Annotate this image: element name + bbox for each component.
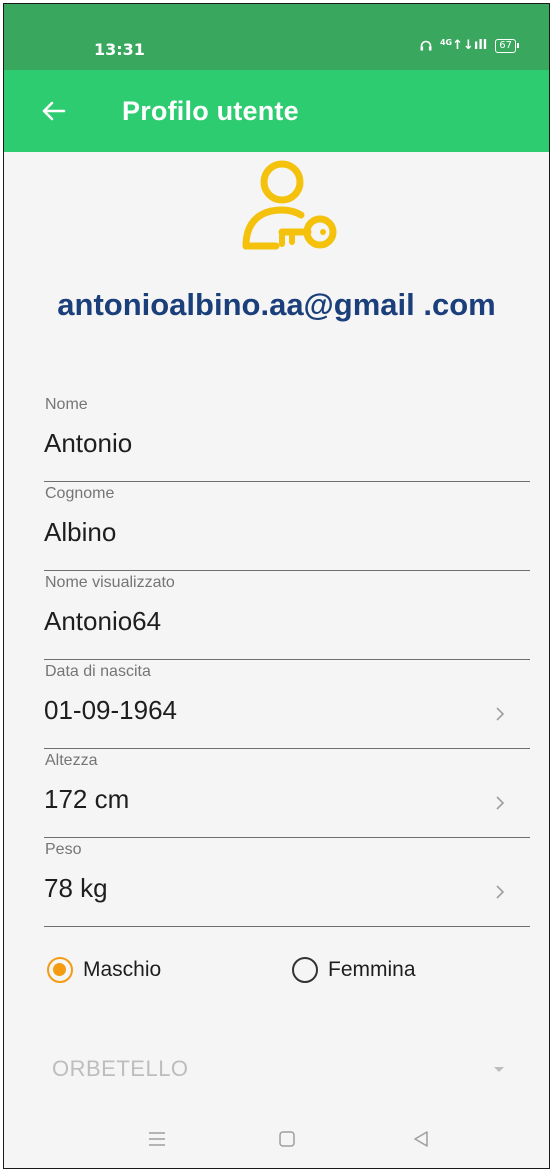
user-email-text: antonioalbino.aa@gmail .com bbox=[57, 287, 496, 322]
arrow-left-icon[interactable] bbox=[38, 96, 68, 126]
menu-icon[interactable] bbox=[144, 1126, 170, 1152]
radio-femmina[interactable]: Femmina bbox=[292, 957, 416, 983]
battery-level: 67 bbox=[495, 38, 516, 53]
field-value[interactable]: 78 kg bbox=[44, 873, 108, 904]
field-value[interactable]: Albino bbox=[44, 517, 116, 548]
phone-screen: 13:31 4G↑↓ıll 67 Profilo utente antonioa… bbox=[3, 3, 550, 1169]
field-label: Cognome bbox=[45, 485, 115, 502]
field-label: Altezza bbox=[45, 752, 98, 769]
headphone-icon bbox=[420, 40, 432, 51]
signal-icon: 4G↑↓ıll bbox=[439, 38, 488, 53]
dropdown-arrow-icon[interactable] bbox=[494, 1067, 504, 1072]
user-email: antonioalbino.aa@gmail .com bbox=[4, 282, 549, 327]
field-cognome[interactable]: Cognome Albino bbox=[44, 485, 530, 571]
gender-radio-group: Maschio Femmina bbox=[44, 957, 524, 997]
field-label: Nome visualizzato bbox=[45, 574, 175, 591]
field-nome[interactable]: Nome Antonio bbox=[44, 396, 530, 482]
radio-unselected-icon[interactable] bbox=[292, 957, 318, 983]
field-peso[interactable]: Peso 78 kg bbox=[44, 841, 530, 927]
field-label: Data di nascita bbox=[45, 663, 151, 680]
page-title: Profilo utente bbox=[122, 96, 299, 126]
field-value[interactable]: Antonio64 bbox=[44, 606, 161, 637]
city-dropdown-value: ORBETELLO bbox=[52, 1056, 189, 1081]
field-value[interactable]: 01-09-1964 bbox=[44, 695, 177, 726]
system-nav-bar bbox=[4, 1112, 549, 1168]
status-time: 13:31 bbox=[94, 40, 145, 59]
city-dropdown[interactable]: ORBETELLO bbox=[44, 1054, 530, 1090]
status-bar: 13:31 4G↑↓ıll 67 bbox=[4, 4, 549, 70]
field-label: Peso bbox=[45, 841, 82, 858]
chevron-right-icon[interactable] bbox=[494, 883, 506, 901]
user-key-icon bbox=[242, 160, 337, 250]
radio-selected-icon[interactable] bbox=[47, 957, 73, 983]
chevron-right-icon[interactable] bbox=[494, 705, 506, 723]
battery-icon: 67 bbox=[495, 38, 519, 53]
signal-network-label: 4G bbox=[439, 38, 453, 47]
radio-maschio[interactable]: Maschio bbox=[47, 957, 161, 983]
field-nome-visualizzato[interactable]: Nome visualizzato Antonio64 bbox=[44, 574, 530, 660]
field-value[interactable]: 172 cm bbox=[44, 784, 129, 815]
field-altezza[interactable]: Altezza 172 cm bbox=[44, 752, 530, 838]
field-data-di-nascita[interactable]: Data di nascita 01-09-1964 bbox=[44, 663, 530, 749]
home-icon[interactable] bbox=[274, 1126, 300, 1152]
field-label: Nome bbox=[45, 396, 88, 413]
app-bar: Profilo utente bbox=[4, 70, 549, 152]
back-triangle-icon[interactable] bbox=[408, 1126, 434, 1152]
status-icons: 4G↑↓ıll 67 bbox=[420, 38, 519, 53]
field-value[interactable]: Antonio bbox=[44, 428, 132, 459]
chevron-right-icon[interactable] bbox=[494, 794, 506, 812]
radio-label: Femmina bbox=[328, 958, 416, 981]
radio-label: Maschio bbox=[83, 958, 162, 981]
